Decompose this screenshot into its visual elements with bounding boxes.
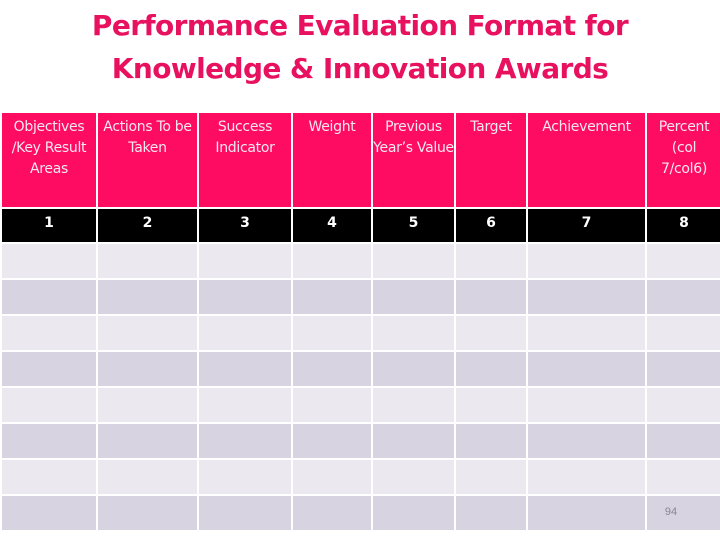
table-cell[interactable] [197,314,293,352]
table-cell[interactable] [371,242,456,280]
table-cell[interactable] [645,242,720,280]
table-cell[interactable] [371,314,456,352]
table-cell[interactable] [454,314,528,352]
table-cell[interactable] [645,314,720,352]
table-cell[interactable] [526,458,647,496]
table-cell[interactable] [371,494,456,532]
column-number: 7 [526,207,647,244]
header-target: Target [454,111,528,209]
header-success-indicator: Success Indicator [197,111,293,209]
header-percent: Percent (col 7/col6) [645,111,720,209]
table-cell[interactable] [291,278,373,316]
header-achievement: Achievement [526,111,647,209]
slide-title: Performance Evaluation Format for Knowle… [0,4,720,90]
table-cell[interactable] [96,458,199,496]
table-cell[interactable] [0,458,98,496]
table-row [0,422,720,460]
table-cell[interactable] [96,314,199,352]
table-cell[interactable] [371,422,456,460]
table-cell[interactable] [291,458,373,496]
column-number: 3 [197,207,293,244]
header-previous-year-value: Previous Year’s Value [371,111,456,209]
table-cell[interactable] [96,242,199,280]
header-weight: Weight [291,111,373,209]
table-cell[interactable] [371,350,456,388]
table-cell[interactable] [454,350,528,388]
column-number: 4 [291,207,373,244]
table-cell[interactable] [291,422,373,460]
column-number: 1 [0,207,98,244]
table-row [0,458,720,496]
column-number: 2 [96,207,199,244]
header-objectives: Objectives /Key Result Areas [0,111,98,209]
table-cell[interactable] [0,242,98,280]
table-cell[interactable] [645,458,720,496]
column-number-row: 1 2 3 4 5 6 7 8 [0,207,720,244]
table-cell[interactable] [454,386,528,424]
table-cell[interactable] [291,314,373,352]
table-cell[interactable] [96,386,199,424]
table-cell[interactable] [371,278,456,316]
table-cell[interactable] [371,458,456,496]
slide-title-line-1: Performance Evaluation Format for [91,9,629,42]
table-cell[interactable] [454,278,528,316]
slide-title-line-2: Knowledge & Innovation Awards [111,52,609,85]
table-cell[interactable] [645,278,720,316]
table-cell[interactable] [197,278,293,316]
table-cell[interactable] [454,494,528,532]
table-cell[interactable] [645,386,720,424]
table-cell[interactable] [96,494,199,532]
table-cell[interactable] [0,386,98,424]
table-cell[interactable] [197,350,293,388]
table-row [0,242,720,280]
table-cell[interactable] [96,350,199,388]
column-number: 5 [371,207,456,244]
table-row [0,314,720,352]
table-cell[interactable] [371,386,456,424]
table-cell[interactable] [0,350,98,388]
table-cell[interactable] [526,422,647,460]
column-number: 6 [454,207,528,244]
table-cell[interactable] [526,278,647,316]
table-cell[interactable] [0,278,98,316]
table-cell[interactable] [96,422,199,460]
table-row [0,494,720,532]
evaluation-table: Objectives /Key Result Areas Actions To … [0,111,720,532]
table-cell[interactable] [0,314,98,352]
table-cell[interactable] [645,422,720,460]
table-cell[interactable] [0,494,98,532]
header-actions: Actions To be Taken [96,111,199,209]
table-cell[interactable] [291,386,373,424]
table-cell[interactable] [645,350,720,388]
table-cell[interactable] [454,422,528,460]
column-number: 8 [645,207,720,244]
table-cell[interactable] [96,278,199,316]
table-cell[interactable] [291,494,373,532]
table-cell[interactable] [526,242,647,280]
table-cell[interactable] [197,494,293,532]
table-cell[interactable] [454,242,528,280]
table-cell[interactable] [197,458,293,496]
table-cell[interactable] [526,386,647,424]
header-row: Objectives /Key Result Areas Actions To … [0,111,720,209]
table-row [0,350,720,388]
table-cell[interactable] [454,458,528,496]
table-cell[interactable] [197,242,293,280]
table-cell[interactable] [0,422,98,460]
table-cell[interactable] [526,494,647,532]
table-cell[interactable] [526,350,647,388]
table-row [0,386,720,424]
table-cell[interactable] [197,386,293,424]
table-cell[interactable] [197,422,293,460]
table-cell[interactable] [526,314,647,352]
table-cell[interactable] [291,242,373,280]
page-number: 94 [664,506,678,518]
table-cell[interactable] [291,350,373,388]
table-row [0,278,720,316]
